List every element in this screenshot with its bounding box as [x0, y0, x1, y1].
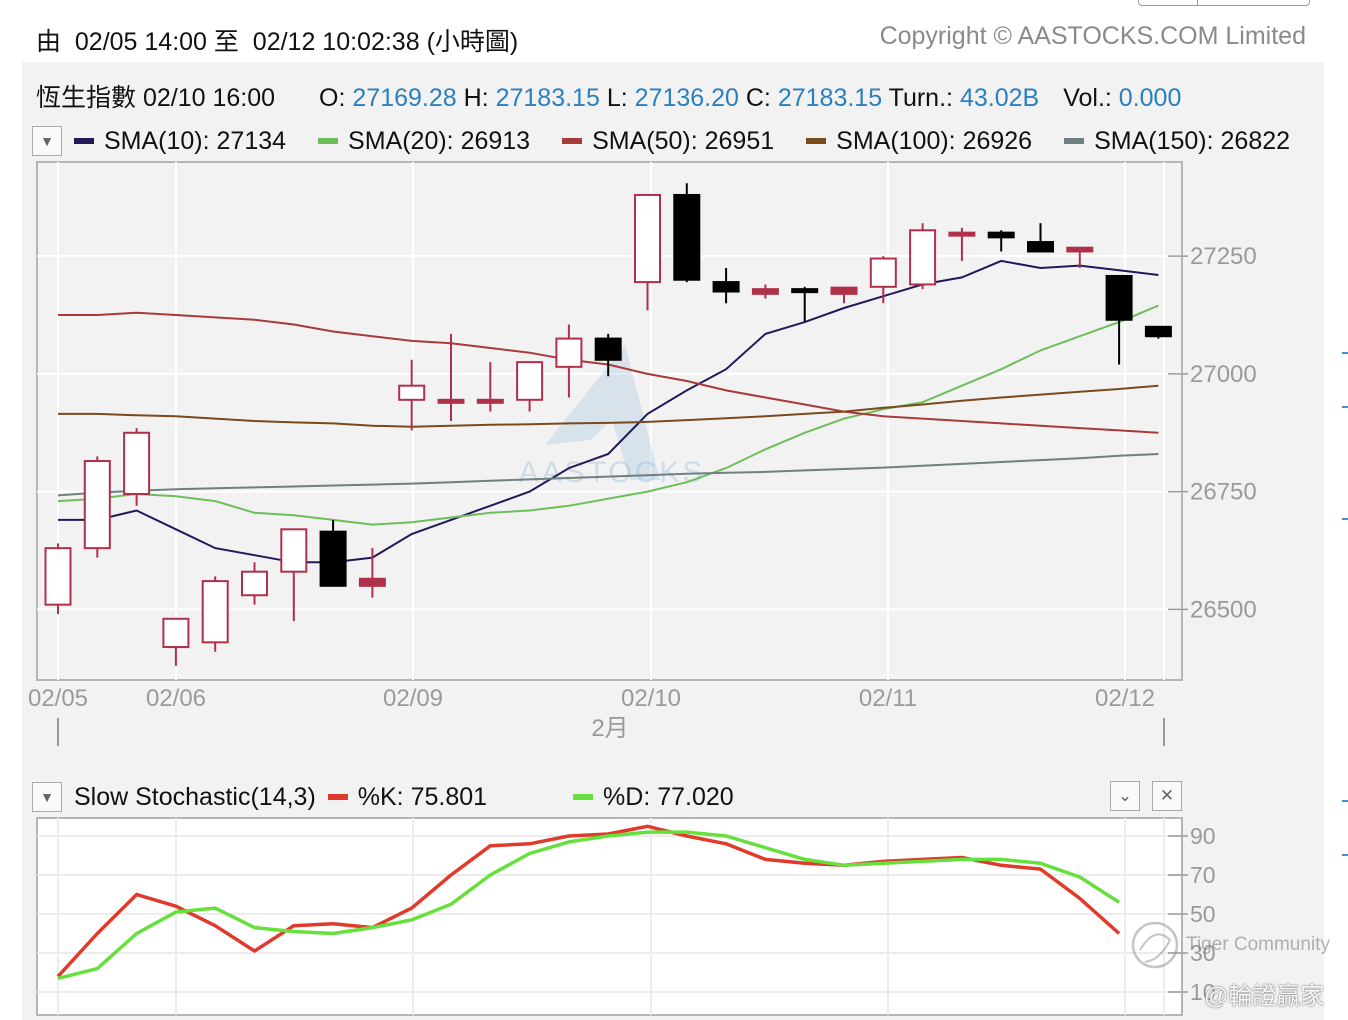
edge-tick	[1342, 854, 1348, 856]
stochastic-plot-area	[36, 817, 1183, 1016]
stochastic-tick-label: 70	[1190, 862, 1216, 888]
candle-body	[634, 193, 661, 284]
price-tick-label: 26750	[1190, 479, 1257, 506]
price-tick-label: 26500	[1190, 596, 1257, 623]
date-tick-label: 02/05	[28, 685, 88, 712]
handle-watermark: @輪證贏家	[1204, 983, 1325, 1010]
date-tick-label: 02/11	[859, 685, 917, 712]
candle-up	[83, 456, 111, 558]
edge-tick	[1342, 800, 1348, 802]
candle-body	[1066, 246, 1094, 253]
candle-body	[987, 231, 1015, 239]
candle-body	[791, 288, 819, 294]
date-tick-label: 02/06	[146, 685, 206, 712]
candle-up	[201, 576, 229, 652]
edge-tick	[1342, 518, 1348, 520]
community-watermark: Tiger Community	[1186, 934, 1330, 955]
candle-body	[909, 229, 937, 286]
stochastic-tick-label: 50	[1190, 901, 1216, 927]
candle-body	[1027, 241, 1054, 253]
candle-body	[398, 384, 426, 401]
candle-up	[909, 223, 937, 290]
edge-tick	[1342, 352, 1348, 354]
candle-body	[162, 617, 190, 649]
candle-body	[358, 577, 386, 587]
candle-body	[280, 528, 308, 573]
stochastic-tick-label: 90	[1190, 823, 1216, 849]
right-edge-strip	[1338, 0, 1348, 1020]
date-tick-label: 02/12	[1095, 685, 1155, 712]
candle-body	[201, 580, 229, 644]
candle-body	[319, 530, 347, 587]
month-label: 2月	[591, 715, 628, 742]
candle-body	[476, 398, 504, 404]
candle-body	[555, 337, 583, 368]
candle-down	[1144, 325, 1172, 339]
edge-tick	[1342, 406, 1348, 408]
candle-body	[123, 431, 151, 495]
candle-body	[948, 231, 976, 237]
price-tick-label: 27000	[1190, 361, 1257, 388]
candle-body	[516, 361, 544, 401]
candle-body	[830, 286, 858, 295]
date-tick-label: 02/09	[383, 685, 443, 712]
candle-body	[869, 257, 897, 288]
candle-body	[1144, 325, 1172, 338]
candle-body	[1105, 274, 1133, 321]
candle-up	[44, 543, 72, 615]
candle-body	[83, 460, 111, 550]
candle-body	[673, 193, 701, 281]
candle-body	[712, 281, 740, 293]
candle-body	[44, 547, 72, 606]
price-tick-label: 27250	[1190, 243, 1257, 270]
candle-body	[437, 398, 465, 404]
candle-down	[673, 183, 701, 283]
candle-body	[751, 288, 779, 295]
chart-canvas[interactable]: AASTOCKS 26500267502700027250 02/05 02/06…	[0, 0, 1348, 1020]
candle-body	[241, 570, 268, 597]
candle-body	[594, 337, 622, 361]
candle-up	[123, 428, 151, 506]
date-tick-label: 02/10	[621, 685, 681, 712]
